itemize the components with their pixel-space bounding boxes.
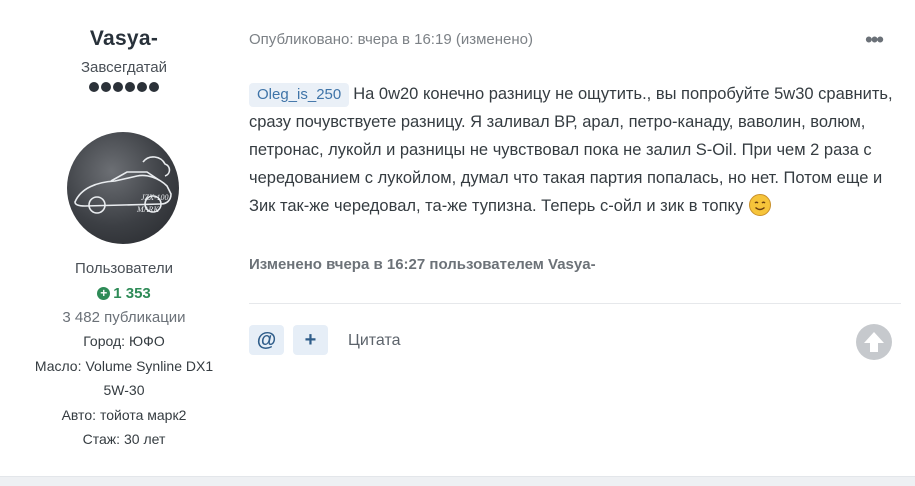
author-name[interactable]: Vasya- — [0, 27, 248, 51]
field-key: Авто: — [61, 407, 96, 423]
divider — [249, 303, 901, 304]
author-rank-title: Завсегдатай — [80, 59, 168, 76]
rank-pip — [149, 82, 159, 92]
post-count: 3 482 публикации — [62, 309, 186, 326]
profile-field-city: Город: ЮФО — [0, 333, 248, 349]
author-group: Пользователи — [75, 260, 173, 277]
edited-note: Изменено вчера в 16:27 пользователем Vas… — [249, 256, 596, 273]
field-key: Масло: — [34, 358, 82, 374]
rank-pip — [89, 82, 99, 92]
rank-pip — [101, 82, 111, 92]
post-meta[interactable]: Опубликовано: вчера в 16:19 (изменено) — [249, 31, 533, 48]
profile-field-car: Авто: тойота марк2 — [0, 407, 248, 423]
field-value: Volume Synline DX1 — [85, 358, 214, 374]
reputation-plus-icon: + — [97, 287, 111, 300]
rank-pip — [137, 82, 147, 92]
rank-pip — [125, 82, 135, 92]
upvote-icon[interactable] — [856, 324, 892, 360]
emoji-smile-icon — [748, 193, 772, 217]
menu-dots-icon[interactable]: ••• — [865, 27, 884, 53]
mention-link[interactable]: Oleg_is_250 — [249, 83, 350, 107]
avatar[interactable]: JZX-100 MARK — [67, 132, 179, 244]
rank-pip — [113, 82, 123, 92]
field-value: тойота марк2 — [100, 407, 187, 423]
rank-pips — [0, 82, 248, 92]
post-content: Oleg_is_250 На 0w20 конечно разницу не ощ… — [249, 80, 909, 220]
field-value: 30 лет — [124, 431, 166, 447]
profile-field-oil: Масло: Volume Synline DX1 — [0, 358, 248, 374]
post-card: Vasya- Завсегдатай JZX-100 MARK Пользова… — [0, 0, 915, 477]
svg-text:JZX-100: JZX-100 — [141, 193, 169, 202]
multiquote-button[interactable]: + — [293, 325, 328, 355]
field-key: Город: — [83, 333, 126, 349]
profile-field-experience: Стаж: 30 лет — [0, 431, 248, 447]
svg-text:MARK: MARK — [136, 205, 159, 214]
field-value: ЮФО — [129, 333, 165, 349]
reputation-count: 1 353 — [113, 285, 151, 302]
field-key: Стаж: — [82, 431, 121, 447]
mention-button[interactable]: @ — [249, 325, 284, 355]
profile-field-oil-cont: 5W-30 — [0, 382, 248, 398]
field-value: 5W-30 — [103, 382, 145, 398]
quote-button[interactable]: Цитата — [348, 332, 401, 350]
reputation-badge: +1 353 — [0, 285, 248, 302]
